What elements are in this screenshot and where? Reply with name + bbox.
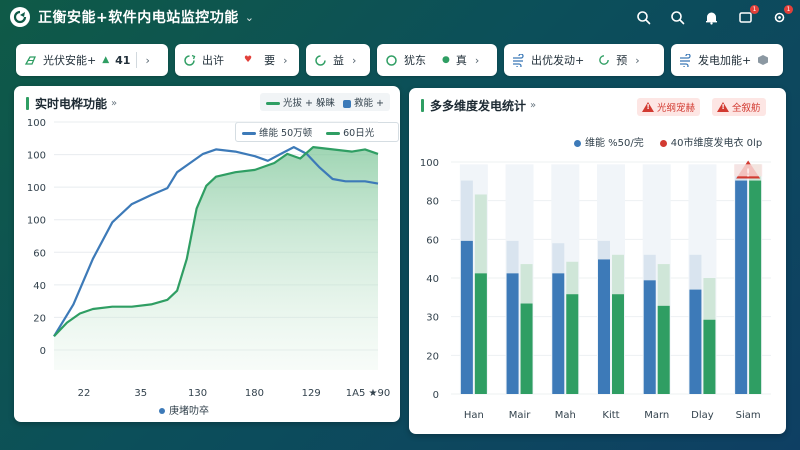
chevron-right-icon: › <box>145 53 150 67</box>
realtime-line-chart: 0 20 40 60 100 100 100 100 22 35 130 180 129 1A5 ★90 <box>27 118 390 399</box>
y-tick-label: 60 <box>33 248 46 259</box>
x-tick-label: 130 <box>188 388 207 399</box>
settings-button[interactable]: 1 <box>768 5 793 28</box>
search-icon <box>636 10 650 24</box>
chip-status[interactable]: 犹东 ● 真 › <box>377 44 497 76</box>
chip-output[interactable]: 出许 ♥ 要 › <box>175 44 299 76</box>
x-category-label: Siam <box>736 410 761 421</box>
y-tick-label: 0 <box>40 346 46 357</box>
wind-icon <box>680 53 691 67</box>
y-tick-label: 40 <box>426 274 439 285</box>
chip-solar-value: 41 <box>115 53 131 67</box>
y-tick-label: 80 <box>426 197 439 208</box>
cycle-icon <box>315 54 326 66</box>
chip-benefit[interactable]: 益 › <box>306 44 370 76</box>
y-tick-label: 100 <box>27 118 46 129</box>
chip-output-heart-icon: ♥ <box>244 55 253 65</box>
solar-panel-icon <box>24 55 36 65</box>
bar-green <box>749 180 762 394</box>
x-category-label: Dlay <box>691 410 714 421</box>
chevron-right-icon: › <box>352 53 357 67</box>
cube-icon <box>758 55 769 65</box>
settings-badge: 1 <box>784 5 793 14</box>
x-category-label: Kitt <box>602 410 619 421</box>
x-category-label: Mair <box>509 410 532 421</box>
y-tick-label: 100 <box>27 216 46 227</box>
refresh-icon <box>184 54 196 66</box>
y-tick-label: 100 <box>27 151 46 162</box>
app-title: 正衡安能+软件内电站监控功能 <box>38 10 239 26</box>
chip-status-extra: 真 <box>455 54 467 67</box>
chip-output-label: 出许 <box>202 54 224 67</box>
chip-solar[interactable]: 光伏安能+ ▲ 41 › <box>16 44 168 76</box>
bar-blue <box>689 289 702 394</box>
bar-green <box>566 294 579 394</box>
bell-icon <box>705 12 717 25</box>
app-logo-icon <box>10 7 30 27</box>
x-tick-label: 180 <box>245 388 264 399</box>
chip-solar-label: 光伏安能+ <box>43 54 97 67</box>
x-tick-label: 129 <box>302 388 321 399</box>
chip-benefit-label: 益 <box>333 54 344 67</box>
chip-status-dot-icon: ● <box>442 55 450 65</box>
bar-green <box>703 319 716 394</box>
y-tick-label: 0 <box>433 390 439 401</box>
bar-blue <box>460 240 473 394</box>
x-category-label: Han <box>464 410 484 421</box>
chevron-right-icon: › <box>635 53 640 67</box>
wind-icon <box>513 53 524 67</box>
x-footer-label: 庚堵叻卒 <box>159 402 209 417</box>
chip-generation-label: 出优发动+ <box>531 54 585 67</box>
chip-generation[interactable]: 出优发动+ 预 › <box>504 44 664 76</box>
y-tick-label: 30 <box>426 313 439 324</box>
x-tick-label: 1A5 ★90 <box>346 388 390 399</box>
realtime-power-panel: 实时电桦功能 » 光拔 + 躲睐 救能 + 维能 50万顿 60日光 0 20 40… <box>14 86 400 422</box>
notifications-button[interactable] <box>700 6 722 28</box>
chip-generation-extra: 预 <box>616 54 628 67</box>
bar-green <box>657 305 670 394</box>
top-actions: 1 1 <box>632 5 793 28</box>
stats-bar-chart: 0 20 30 40 60 80 100 Han Mair Mah Kitt Marn Dlay Siam… <box>420 158 771 421</box>
messages-badge: 1 <box>750 5 759 14</box>
bar-blue <box>506 273 519 394</box>
bar-green <box>520 303 533 394</box>
circle-icon <box>386 54 397 66</box>
bar-warning-highlight <box>734 164 763 177</box>
bar-blue <box>598 259 610 394</box>
chip-divider <box>136 52 138 68</box>
y-tick-label: 60 <box>426 235 439 246</box>
x-tick-label: 22 <box>78 388 91 399</box>
x-tick-label: 35 <box>134 388 147 399</box>
bar-blue <box>552 273 565 394</box>
chip-solar-trend-icon: ▲ <box>102 55 110 65</box>
title-dropdown-icon[interactable]: ⌄ <box>245 11 254 24</box>
y-tick-label: 40 <box>33 281 46 292</box>
x-category-label: Marn <box>644 410 669 421</box>
chip-power-boost[interactable]: 发电加能+ <box>671 44 783 76</box>
bar-green <box>612 294 624 394</box>
zoom-button[interactable] <box>666 6 688 28</box>
bar-blue <box>643 280 656 394</box>
y-tick-label: 100 <box>420 158 439 169</box>
search-button[interactable] <box>632 6 654 28</box>
chip-power-boost-label: 发电加能+ <box>698 54 752 67</box>
chevron-right-icon: › <box>283 53 288 67</box>
y-tick-label: 20 <box>33 313 46 324</box>
multi-dimension-stats-panel: 多多维度发电统计 » 光纲宠赫 全叙舫 维能 %50/完 40市维度发电衣 0l… <box>409 88 786 434</box>
chip-output-extra: 要 <box>264 54 276 67</box>
bar-green <box>474 273 487 394</box>
bar-blue <box>735 180 748 394</box>
messages-button[interactable]: 1 <box>734 5 759 28</box>
y-tick-label: 20 <box>426 351 439 362</box>
y-tick-label: 100 <box>27 183 46 194</box>
refresh-icon <box>599 55 610 65</box>
chip-status-label: 犹东 <box>404 54 426 67</box>
x-category-label: Mah <box>555 410 576 421</box>
toolbar: 光伏安能+ ▲ 41 › 出许 ♥ 要 › 益 › 犹东 ● 真 › 出优发动+… <box>16 44 790 76</box>
chevron-right-icon: › <box>474 53 480 67</box>
zoom-icon <box>670 10 684 24</box>
area-fill <box>54 147 378 370</box>
top-bar: 正衡安能+软件内电站监控功能 ⌄ 1 1 <box>0 0 800 34</box>
